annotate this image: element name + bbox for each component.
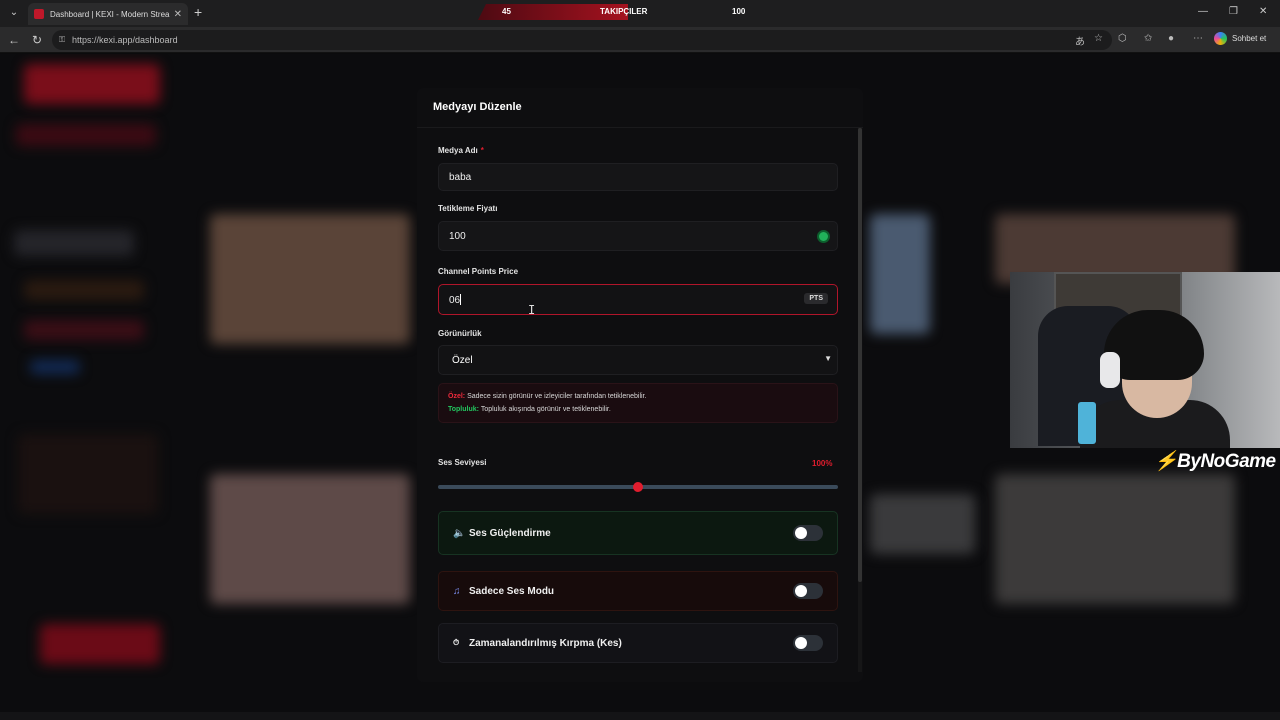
copilot-icon [1214,32,1227,45]
favorite-star-icon[interactable]: ☆ [1094,33,1103,44]
blurred-nav [14,230,134,256]
browser-titlebar: ⌄ Dashboard | KEXI - Modern Stream ✕ + 4… [0,0,1280,27]
brand-name: ByNoGame [1177,451,1276,472]
blurred-nav [24,320,144,340]
tab-actions-icon[interactable]: ⌄ [6,5,22,21]
follower-count: 45 [502,7,511,16]
blurred-button [40,624,160,664]
more-menu-icon[interactable]: ⋯ [1193,33,1203,44]
text-cursor-icon: I [528,303,536,317]
volume-label: Ses Seviyesi [438,458,487,467]
music-note-icon: ♫ [453,585,461,597]
blurred-thumbnail [870,494,975,554]
trigger-price-input[interactable]: 100 [438,221,838,251]
blurred-thumbnail [210,214,410,344]
toggle-knob [795,637,807,649]
close-window-icon[interactable]: ✕ [1259,6,1267,17]
visibility-info-box: Özel: Sadece sizin görünür ve izleyicile… [438,383,838,423]
timer-icon: ⏱ [453,638,460,647]
webcam-bottle [1078,402,1096,444]
restore-icon[interactable]: ❐ [1229,6,1238,17]
minimize-icon[interactable]: — [1198,6,1208,17]
favorites-icon[interactable]: ✩ [1144,33,1152,44]
back-icon[interactable]: ← [8,33,20,47]
text-caret [460,294,462,305]
modal-title: Medyayı Düzenle [417,88,863,128]
blurred-panel [18,434,158,514]
edit-media-modal: Medyayı Düzenle Medya Adı * baba Tetiklem… [417,88,863,682]
browser-tab[interactable]: Dashboard | KEXI - Modern Stream ✕ [28,3,188,25]
visibility-value: Özel [452,355,473,366]
info-private-label: Özel: [448,393,466,400]
close-tab-icon[interactable]: ✕ [174,9,182,20]
url-text: https://kexi.app/dashboard [72,35,178,45]
follower-label: TAKIPÇILER [600,7,648,16]
blurred-thumbnail [870,214,930,334]
info-private-text: Sadece sizin görünür ve izleyiciler tara… [467,393,647,400]
visibility-select[interactable]: Özel ▼ [438,345,838,375]
audio-boost-toggle[interactable] [793,525,823,541]
info-community-line: Topluluk: Topluluk akışında görünür ve t… [448,403,828,416]
chevron-down-icon: ▼ [824,354,832,363]
timed-trim-toggle[interactable] [793,635,823,651]
toggle-knob [795,585,807,597]
required-marker: * [480,146,484,155]
blurred-logo [24,64,160,104]
kexi-favicon-icon [34,9,44,19]
media-name-input[interactable]: baba [438,163,838,191]
audio-boost-card: 🔈 Ses Güçlendirme [438,511,838,555]
site-info-icon[interactable]: ⚿ [59,35,65,45]
volume-value: 100% [812,459,833,468]
audio-only-label: Sadece Ses Modu [469,585,555,597]
media-name-label: Medya Adı * [438,146,484,155]
blurred-nav [24,280,144,300]
speaker-icon: 🔈 [453,527,466,539]
new-tab-icon[interactable]: + [194,4,202,20]
copilot-chat-button[interactable]: Sohbet et [1214,32,1266,45]
coin-icon [817,230,830,243]
channel-points-value: 06 [449,295,461,306]
media-name-label-text: Medya Adı [438,146,478,155]
reload-icon[interactable]: ↻ [32,33,42,47]
toggle-knob [795,527,807,539]
audio-only-card: ♫ Sadece Ses Modu [438,571,838,611]
follower-goal: 100 [732,7,746,16]
modal-scrollbar[interactable] [858,128,862,672]
timed-trim-card: ⏱ Zamanalandırılmış Kırpma (Kes) [438,623,838,663]
channel-points-input[interactable]: 06 PTS [438,284,838,315]
blurred-nav [30,360,80,374]
trigger-price-value: 100 [449,231,466,242]
address-bar[interactable]: ⚿ https://kexi.app/dashboard [52,30,1112,50]
profile-avatar-icon[interactable]: ● [1168,33,1174,44]
webcam-overlay [1010,272,1280,448]
follower-goal-overlay: 45 TAKIPÇILER 100 [478,4,768,20]
brand-logo: ⚡ByNoGame [1154,449,1276,473]
trigger-price-label: Tetikleme Fiyatı [438,204,498,213]
audio-only-toggle[interactable] [793,583,823,599]
blurred-thumbnail [995,474,1235,604]
webcam-headset [1100,352,1120,388]
tab-title: Dashboard | KEXI - Modern Stream [50,9,170,19]
media-name-value: baba [449,172,472,183]
visibility-label: Görünürlük [438,329,482,338]
volume-slider[interactable] [438,482,838,492]
browser-toolbar: ← ↻ ⚿ https://kexi.app/dashboard あ ☆ ⬡ ✩… [0,27,1280,53]
blurred-thumbnail [210,474,410,604]
translate-icon[interactable]: あ [1075,33,1085,48]
brand-mark-icon: ⚡ [1154,451,1178,472]
extensions-icon[interactable]: ⬡ [1118,33,1127,44]
audio-boost-label: Ses Güçlendirme [469,527,551,539]
info-private-line: Özel: Sadece sizin görünür ve izleyicile… [448,390,828,403]
channel-points-label: Channel Points Price [438,267,519,276]
points-unit-badge: PTS [804,293,828,304]
info-community-text: Topluluk akışında görünür ve tetiklenebi… [480,406,611,413]
timed-trim-label: Zamanalandırılmış Kırpma (Kes) [469,637,622,649]
scrollbar-thumb[interactable] [858,128,862,582]
copilot-chat-label: Sohbet et [1232,34,1267,43]
window-bottom-edge [0,712,1280,720]
volume-slider-handle[interactable] [633,482,643,492]
info-community-label: Topluluk: [448,406,479,413]
blurred-nav [16,124,156,146]
